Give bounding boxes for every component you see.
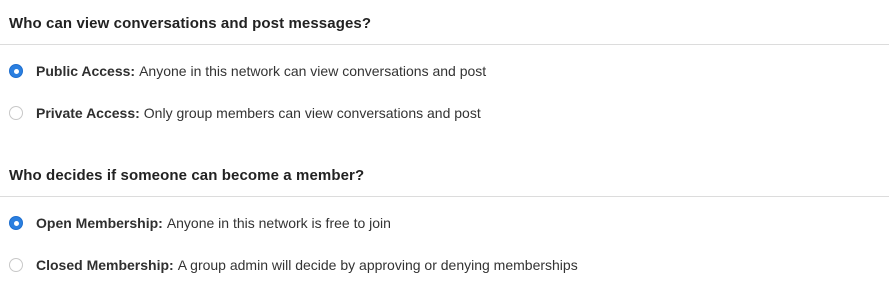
radio-unselected-icon[interactable] (9, 258, 23, 272)
open-membership-option[interactable]: Open Membership: Anyone in this network i… (9, 212, 391, 234)
option-description: Only group members can view conversation… (143, 105, 481, 121)
option-separator: : (130, 63, 136, 79)
option-label: Closed Membership: A group admin will dec… (36, 257, 578, 273)
divider (0, 196, 889, 197)
private-access-option[interactable]: Private Access: Only group members can vi… (9, 102, 481, 124)
radio-selected-icon[interactable] (9, 216, 23, 230)
divider (0, 44, 889, 45)
option-separator: : (135, 105, 140, 121)
option-title: Closed Membership (36, 257, 170, 273)
option-label: Public Access: Anyone in this network can… (36, 63, 486, 79)
option-description: Anyone in this network is free to join (166, 215, 391, 231)
group-access-settings: Who can view conversations and post mess… (0, 0, 889, 297)
radio-selected-icon[interactable] (9, 64, 23, 78)
option-title: Open Membership (36, 215, 159, 231)
option-description: Anyone in this network can view conversa… (139, 63, 487, 79)
radio-unselected-icon[interactable] (9, 106, 23, 120)
membership-question: Who decides if someone can become a memb… (9, 167, 365, 184)
access-question: Who can view conversations and post mess… (9, 15, 372, 32)
option-title: Private Access (36, 105, 136, 121)
public-access-option[interactable]: Public Access: Anyone in this network can… (9, 60, 486, 82)
option-title: Public Access (36, 63, 131, 79)
option-label: Private Access: Only group members can vi… (36, 105, 481, 121)
option-separator: : (158, 215, 163, 231)
closed-membership-option[interactable]: Closed Membership: A group admin will dec… (9, 254, 578, 276)
option-label: Open Membership: Anyone in this network i… (36, 215, 391, 231)
option-description: A group admin will decide by approving o… (177, 257, 578, 273)
option-separator: : (169, 257, 174, 273)
